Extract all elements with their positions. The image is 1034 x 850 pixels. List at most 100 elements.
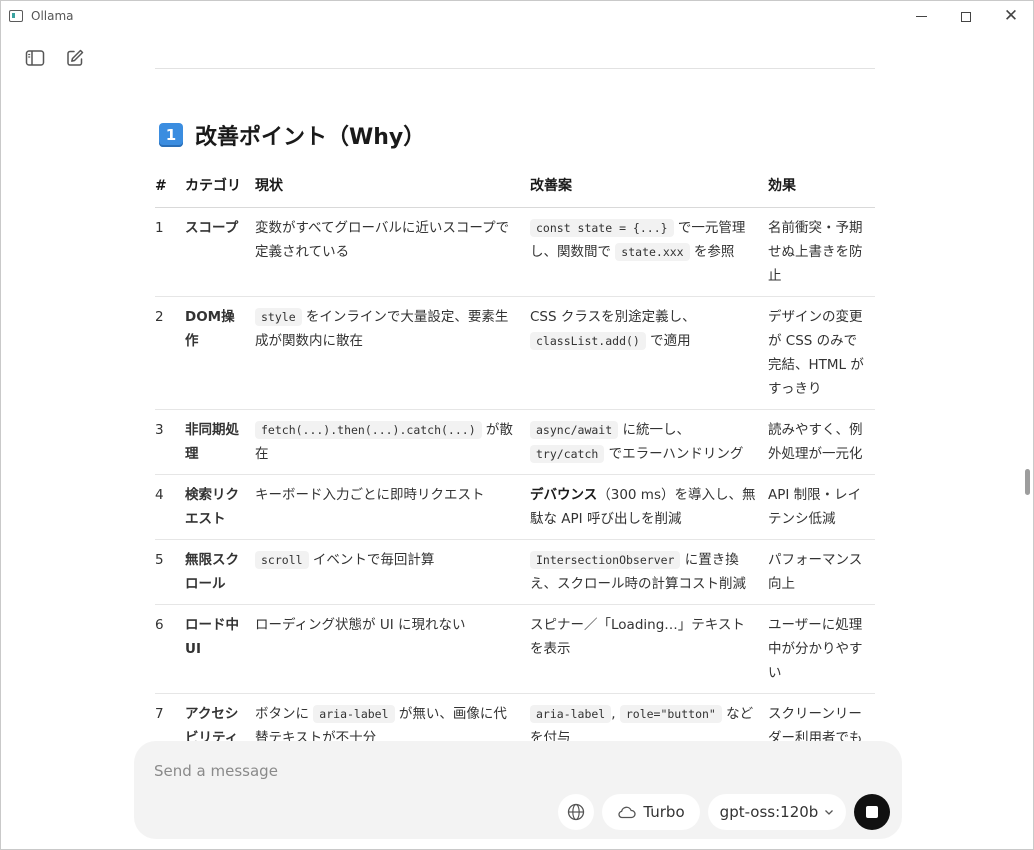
row-number: 4 xyxy=(155,474,185,540)
divider xyxy=(155,68,875,69)
header-improvement: 改善案 xyxy=(530,170,768,208)
row-current: fetch(...).then(...).catch(...) が散在 xyxy=(255,409,530,475)
cloud-icon xyxy=(618,806,636,819)
table-row: 7 アクセシビリティ ボタンに aria-label が無い、画像に代替テキストが不… xyxy=(155,693,875,741)
keycap-number-icon: 1 xyxy=(159,123,183,147)
title-bar: Ollama ✕ xyxy=(1,1,1033,32)
header-effect: 効果 xyxy=(768,170,875,208)
cell-text: CSS クラスを別途定義し、 xyxy=(530,309,696,325)
inline-code: role="button" xyxy=(619,705,722,723)
message-input[interactable] xyxy=(154,759,854,783)
header-category: カテゴリ xyxy=(185,170,255,208)
improvement-table: # カテゴリ 現状 改善案 効果 1 スコープ 変数がすべてグローバルに近いスコープ… xyxy=(155,170,875,741)
row-number: 3 xyxy=(155,409,185,475)
chat-content: 1 改善ポイント（Why） # カテゴリ 現状 改善案 効果 1 スコープ 変数がす… xyxy=(1,32,1027,741)
inline-code: try/catch xyxy=(530,445,605,463)
maximize-button[interactable] xyxy=(943,1,989,32)
model-label: gpt-oss:120b xyxy=(719,803,819,821)
row-effect: API 制限・レイテンシ低減 xyxy=(768,474,875,540)
model-selector[interactable]: gpt-oss:120b xyxy=(708,794,846,830)
row-category: DOM操作 xyxy=(185,296,255,410)
web-search-button[interactable] xyxy=(558,794,594,830)
cell-text: で適用 xyxy=(645,333,691,349)
cell-text: でエラーハンドリング xyxy=(604,446,744,462)
row-number: 5 xyxy=(155,539,185,605)
table-row: 1 スコープ 変数がすべてグローバルに近いスコープで定義されている const sta… xyxy=(155,207,875,297)
row-improvement: const state = {...} で一元管理し、関数間で state.xx… xyxy=(530,207,768,297)
cell-text: 変数がすべてグローバルに近いスコープで定義されている xyxy=(255,220,510,260)
scrollbar-thumb[interactable] xyxy=(1025,469,1030,495)
table-body: 1 スコープ 変数がすべてグローバルに近いスコープで定義されている const sta… xyxy=(155,207,875,741)
inline-code: fetch(...).then(...).catch(...) xyxy=(255,421,482,439)
row-category: 非同期処理 xyxy=(185,409,255,475)
app-icon xyxy=(9,10,23,22)
row-current: 変数がすべてグローバルに近いスコープで定義されている xyxy=(255,207,530,297)
maximize-icon xyxy=(961,11,971,22)
minimize-icon xyxy=(915,16,927,17)
minimize-button[interactable] xyxy=(898,1,944,32)
inline-code: classList.add() xyxy=(530,332,646,350)
table-header-row: # カテゴリ 現状 改善案 効果 xyxy=(155,170,875,208)
row-improvement: スピナー／「Loading…」テキストを表示 xyxy=(530,604,768,694)
row-category: ロード中 UI xyxy=(185,604,255,694)
inline-code: IntersectionObserver xyxy=(530,551,681,569)
scrollbar[interactable] xyxy=(1025,33,1031,738)
cell-text: を参照 xyxy=(689,244,735,260)
close-button[interactable]: ✕ xyxy=(988,1,1033,32)
cell-text: , xyxy=(611,706,620,722)
row-effect: ユーザーに処理中が分かりやすい xyxy=(768,604,875,694)
cell-text: ボタンに xyxy=(255,706,314,722)
message-composer: Turbo gpt-oss:120b xyxy=(134,741,902,839)
row-effect: パフォーマンス向上 xyxy=(768,539,875,605)
header-current: 現状 xyxy=(255,170,530,208)
app-window: Ollama ✕ 1 改善ポイント（Why） # カテゴリ 現状 改善案 効果 … xyxy=(0,0,1034,850)
row-current: scroll イベントで毎回計算 xyxy=(255,539,530,605)
inline-code: const state = {...} xyxy=(530,219,674,237)
table-row: 4 検索リクエスト キーボード入力ごとに即時リクエスト デバウンス（300 ms）を導… xyxy=(155,474,875,540)
row-category: 無限スクロール xyxy=(185,539,255,605)
stop-icon xyxy=(866,806,878,818)
inline-code: aria-label xyxy=(313,705,395,723)
turbo-button[interactable]: Turbo xyxy=(602,794,700,830)
header-num: # xyxy=(155,170,185,208)
row-effect: デザインの変更が CSS のみで完結、HTML がすっきり xyxy=(768,296,875,410)
inline-code: aria-label xyxy=(530,705,612,723)
row-improvement: IntersectionObserver に置き換え、スクロール時の計算コスト削… xyxy=(530,539,768,605)
row-improvement: デバウンス（300 ms）を導入し、無駄な API 呼び出しを削減 xyxy=(530,474,768,540)
table-row: 6 ロード中 UI ローディング状態が UI に現れない スピナー／「Loading…… xyxy=(155,604,875,694)
table-row: 5 無限スクロール scroll イベントで毎回計算 IntersectionObse… xyxy=(155,539,875,605)
globe-icon xyxy=(567,803,585,821)
row-number: 2 xyxy=(155,296,185,410)
cell-text: に統一し、 xyxy=(618,422,690,438)
row-number: 6 xyxy=(155,604,185,694)
cell-text: スピナー／「Loading…」テキストを表示 xyxy=(530,617,745,657)
table-row: 3 非同期処理 fetch(...).then(...).catch(...) が散… xyxy=(155,409,875,475)
inline-code: async/await xyxy=(530,421,619,439)
inline-code: scroll xyxy=(255,551,309,569)
window-title: Ollama xyxy=(31,9,74,23)
row-category: アクセシビリティ xyxy=(185,693,255,741)
row-effect: スクリーンリーダー利用者でも操作可 xyxy=(768,693,875,741)
row-effect: 名前衝突・予期せぬ上書きを防止 xyxy=(768,207,875,297)
row-category: スコープ xyxy=(185,207,255,297)
cell-text: イベントで毎回計算 xyxy=(308,552,435,568)
chevron-down-icon xyxy=(825,810,834,815)
section-title: 改善ポイント（Why） xyxy=(195,125,426,150)
row-current: ボタンに aria-label が無い、画像に代替テキストが不十分 xyxy=(255,693,530,741)
cell-text: キーボード入力ごとに即時リクエスト xyxy=(255,487,485,503)
table-row: 2 DOM操作 style をインラインで大量設定、要素生成が関数内に散在 CSS ク… xyxy=(155,296,875,410)
inline-code: style xyxy=(255,308,302,326)
row-improvement: async/await に統一し、 try/catch でエラーハンドリング xyxy=(530,409,768,475)
stop-button[interactable] xyxy=(854,794,890,830)
row-category: 検索リクエスト xyxy=(185,474,255,540)
section-heading: 1 改善ポイント（Why） xyxy=(159,120,425,150)
row-number: 7 xyxy=(155,693,185,741)
row-effect: 読みやすく、例外処理が一元化 xyxy=(768,409,875,475)
bold-text: デバウンス xyxy=(530,487,598,503)
row-current: ローディング状態が UI に現れない xyxy=(255,604,530,694)
row-improvement: CSS クラスを別途定義し、 classList.add() で適用 xyxy=(530,296,768,410)
row-improvement: aria-label, role="button" などを付与 xyxy=(530,693,768,741)
close-icon: ✕ xyxy=(1003,6,1019,26)
row-number: 1 xyxy=(155,207,185,297)
row-current: キーボード入力ごとに即時リクエスト xyxy=(255,474,530,540)
